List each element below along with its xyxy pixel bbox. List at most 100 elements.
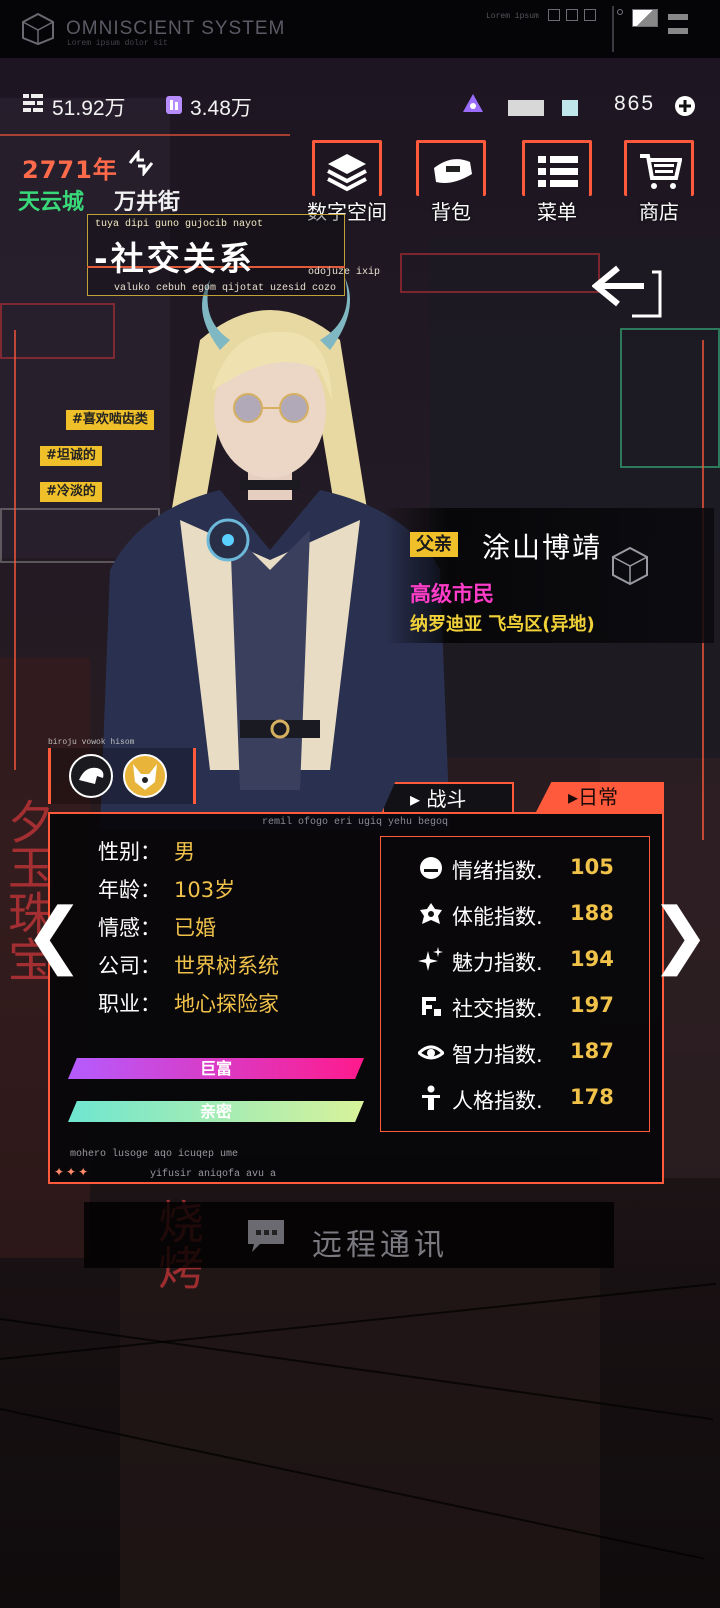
stat-stamina-value: 188 <box>570 901 614 925</box>
stamina-icon <box>420 903 442 924</box>
system-bar: OMNISCIENT SYSTEM Lorem ipsum dolor sit … <box>0 0 720 58</box>
character-name: 涂山博靖 <box>482 531 603 564</box>
intimacy-bar: 亲密 <box>68 1101 364 1122</box>
panel-footer-line2: yifusir aniqofa avu a <box>150 1169 277 1180</box>
coin-icon <box>23 94 43 112</box>
citizen-rank: 高级市民 <box>410 582 494 606</box>
residence: 纳罗迪亚 飞鸟区(异地) <box>410 614 595 635</box>
stat-social-label: 社交指数. <box>452 997 543 1021</box>
relationship-value: 已婚 <box>174 916 216 940</box>
stat-personality-label: 人格指数. <box>452 1089 543 1113</box>
shop-label: 商店 <box>639 200 679 224</box>
menu-button[interactable]: 菜单 <box>522 140 592 224</box>
page-side-caption: odojuze ixip <box>308 267 381 278</box>
chat-bubble-icon <box>248 1220 284 1252</box>
age-label: 年龄： <box>98 878 161 902</box>
stat-charm-value: 194 <box>570 947 614 971</box>
stat-mood-value: 105 <box>570 855 614 879</box>
stat-social-value: 197 <box>570 993 614 1017</box>
page-title: -社交关系 <box>94 239 255 278</box>
trait-tag: #冷淡的 <box>40 482 102 502</box>
energy-amount: 865 <box>614 92 656 115</box>
panel-caption: remil ofogo eri ugiq yehu begoq <box>262 817 449 828</box>
cart-icon <box>640 154 682 189</box>
tab-battle-label: 战斗 <box>426 787 467 811</box>
page-title-subcaption: valuko cebuh egom qijotat uzesid cozo <box>114 283 337 294</box>
menu-label: 菜单 <box>537 200 577 224</box>
system-corner-text: Lorem ipsum <box>486 12 539 21</box>
wealth-bar-label: 巨富 <box>199 1059 232 1078</box>
pouch-icon <box>434 159 472 183</box>
trait-tag: #喜欢啮齿类 <box>66 410 154 430</box>
occupation-label: 职业： <box>98 992 161 1016</box>
stat-personality-value: 178 <box>570 1085 614 1109</box>
stat-stamina-label: 体能指数. <box>452 905 543 929</box>
bag-label: 背包 <box>431 200 471 224</box>
back-arrow-button[interactable] <box>592 262 664 322</box>
age-value: 103岁 <box>174 878 236 902</box>
trait-tag: #坦诚的 <box>40 446 102 466</box>
pixel-deco <box>562 100 578 116</box>
stat-intellect-label: 智力指数. <box>452 1043 543 1067</box>
fox-badge-icon[interactable] <box>123 754 167 798</box>
frame-left-line <box>14 330 16 770</box>
pixel-deco <box>508 100 544 116</box>
badges-caption: biroju vowok hisom <box>48 738 135 747</box>
minimize-button[interactable] <box>548 9 560 21</box>
shop-button[interactable]: 商店 <box>624 140 694 224</box>
relation-badge: 父亲 <box>410 532 458 557</box>
pixel-deco <box>668 14 688 20</box>
intimacy-bar-label: 亲密 <box>199 1102 232 1121</box>
gender-value: 男 <box>174 840 195 864</box>
tab-daily-label: 日常 <box>578 785 619 809</box>
panel-footer-line1: mohero lusoge aqo icuqep ume <box>70 1149 239 1160</box>
sync-icon[interactable] <box>126 150 156 176</box>
omniscient-emblem-icon <box>612 546 648 586</box>
badge-group <box>48 748 196 804</box>
sparkle-icon <box>418 947 443 971</box>
sparkle-deco-icon: ✦✦✦ <box>54 1165 91 1179</box>
menu-list-icon <box>538 156 578 187</box>
layers-icon <box>327 154 367 192</box>
company-label: 公司： <box>98 954 161 978</box>
person-icon <box>422 1085 440 1110</box>
gem-amount: 3.48万 <box>190 97 252 120</box>
game-year: 2771年 <box>22 156 118 184</box>
gender-label: 性别： <box>98 840 161 864</box>
pixel-deco <box>668 28 688 34</box>
wealth-bar: 巨富 <box>68 1058 364 1079</box>
omniscient-logo-icon <box>22 12 54 46</box>
page-title-text: 社交关系 <box>110 239 255 278</box>
energy-icon <box>463 94 483 112</box>
bag-button[interactable]: 背包 <box>416 140 486 224</box>
city-name: 天云城 <box>18 190 85 215</box>
status-dot-icon <box>617 9 623 15</box>
occupation-value: 地心探险家 <box>174 992 279 1016</box>
relationship-label: 情感： <box>98 916 161 940</box>
remote-comm-label: 远程通讯 <box>312 1228 448 1263</box>
stat-intellect-value: 187 <box>570 1039 614 1063</box>
system-divider <box>612 6 614 52</box>
tab-battle[interactable]: ▸ 战斗 <box>382 782 514 812</box>
frame-top-line <box>0 134 290 136</box>
mood-icon <box>420 857 442 879</box>
add-energy-button[interactable] <box>674 94 696 118</box>
dragon-badge-icon[interactable] <box>69 754 113 798</box>
digital-space-button[interactable]: 数字空间 <box>307 140 387 224</box>
tab-daily[interactable]: ▸日常 <box>536 782 664 812</box>
gem-icon <box>166 96 182 114</box>
street-name: 万井街 <box>114 190 181 215</box>
coin-amount: 51.92万 <box>52 97 126 120</box>
page-title-caption: tuya dipi guno gujocib nayot <box>95 219 264 230</box>
social-icon <box>422 997 441 1016</box>
company-value: 世界树系统 <box>174 954 279 978</box>
previous-character-button[interactable]: ❮ <box>24 898 84 970</box>
close-button[interactable] <box>584 9 596 21</box>
eye-icon <box>418 1045 444 1060</box>
next-character-button[interactable]: ❯ <box>650 898 710 970</box>
maximize-button[interactable] <box>566 9 578 21</box>
stat-charm-label: 魅力指数. <box>452 951 543 975</box>
system-title: OMNISCIENT SYSTEM <box>66 18 286 39</box>
option-button[interactable] <box>632 9 658 27</box>
system-subtitle: Lorem ipsum dolor sit <box>67 39 168 48</box>
